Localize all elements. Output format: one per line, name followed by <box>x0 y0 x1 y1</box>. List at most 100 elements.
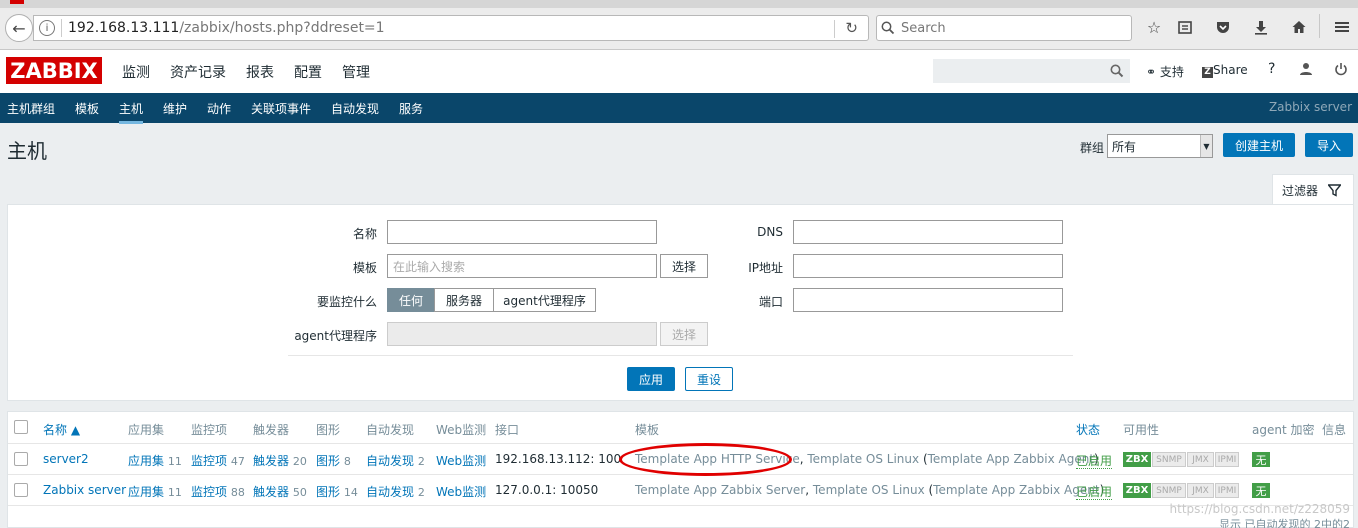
menu-configuration[interactable]: 配置 <box>294 62 322 82</box>
monitored-any-option[interactable]: 任何 <box>387 288 435 312</box>
template-link[interactable]: Template App Zabbix Agent <box>933 483 1099 497</box>
availability-badges: ZBX SNMP JMX IPMI <box>1123 452 1239 467</box>
menu-monitoring[interactable]: 监测 <box>122 62 150 82</box>
submenu-actions[interactable]: 动作 <box>207 100 231 117</box>
filter-tab[interactable]: 过滤器 <box>1272 174 1354 205</box>
template-link[interactable]: Template App Zabbix Agent <box>928 452 1094 466</box>
discovery-link[interactable]: 自动发现 2 <box>366 452 425 469</box>
host-name-link[interactable]: Zabbix server <box>43 483 126 497</box>
template-input[interactable]: 在此输入搜索 <box>387 254 657 278</box>
col-triggers-header: 触发器 <box>253 423 290 437</box>
row-checkbox[interactable] <box>14 483 28 497</box>
star-icon[interactable]: ☆ <box>1143 16 1165 38</box>
submenu-maintenance[interactable]: 维护 <box>163 100 187 117</box>
global-search-input[interactable] <box>933 59 1130 83</box>
row-checkbox[interactable] <box>14 452 28 466</box>
search-icon[interactable] <box>1110 64 1124 78</box>
proxy-label: agent代理程序 <box>294 329 377 343</box>
graphs-link[interactable]: 图形 8 <box>316 452 351 469</box>
port-input[interactable] <box>793 288 1063 312</box>
group-select[interactable]: 所有 ▼ <box>1107 134 1213 158</box>
proxy-select-button[interactable]: 选择 <box>660 322 708 346</box>
share-label: Share <box>1213 63 1248 77</box>
applications-count: 11 <box>167 455 182 468</box>
status-link[interactable]: 已启用 <box>1076 452 1113 469</box>
zbx-badge: ZBX <box>1123 452 1151 467</box>
web-link[interactable]: Web监测 <box>436 452 486 469</box>
dns-label: DNS <box>757 225 783 239</box>
url-host: 192.168.13.111 <box>68 20 180 36</box>
download-icon[interactable] <box>1250 16 1272 38</box>
interface-value: 192.168.13.112: 10050 <box>495 452 621 466</box>
browser-tabstrip <box>0 0 1358 8</box>
col-discovery-header: 自动发现 <box>366 423 415 437</box>
share-link[interactable]: Z Share <box>1202 63 1248 78</box>
status-link[interactable]: 已启用 <box>1076 483 1113 500</box>
discovery-count: 2 <box>417 455 425 468</box>
back-arrow-icon[interactable]: ← <box>5 14 33 42</box>
menu-inventory[interactable]: 资产记录 <box>170 62 226 82</box>
col-templates-header: 模板 <box>635 423 660 437</box>
user-profile-icon[interactable] <box>1299 62 1313 79</box>
menu-administration[interactable]: 管理 <box>342 62 370 82</box>
reading-list-icon[interactable] <box>1174 16 1196 38</box>
menu-reports[interactable]: 报表 <box>246 62 274 82</box>
help-icon[interactable]: ? <box>1268 61 1275 77</box>
home-icon[interactable] <box>1288 16 1310 38</box>
applications-link[interactable]: 应用集 11 <box>128 452 182 469</box>
template-link[interactable]: Template OS Linux <box>813 483 925 497</box>
apply-button[interactable]: 应用 <box>627 367 675 391</box>
host-name: server2 <box>43 452 89 466</box>
select-all-checkbox[interactable] <box>14 420 28 434</box>
template-select-button[interactable]: 选择 <box>660 254 708 278</box>
discovery-link[interactable]: 自动发现 2 <box>366 483 425 500</box>
submenu-services[interactable]: 服务 <box>399 100 423 117</box>
reload-icon[interactable]: ↻ <box>845 19 858 37</box>
submenu-event-correlation[interactable]: 关联项事件 <box>251 100 311 117</box>
monitored-proxy-option[interactable]: agent代理程序 <box>493 288 596 312</box>
sign-out-icon[interactable] <box>1334 62 1348 79</box>
submenu-host-groups[interactable]: 主机群组 <box>7 100 55 117</box>
items-link[interactable]: 监控项 88 <box>191 483 245 500</box>
graphs-label: 图形 <box>316 485 341 499</box>
headset-icon: ⚭ <box>1146 65 1157 79</box>
dns-input[interactable] <box>793 220 1063 244</box>
address-bar[interactable]: i 192.168.13.111/zabbix/hosts.php?ddrese… <box>33 15 869 41</box>
url-text: 192.168.13.111/zabbix/hosts.php?ddreset=… <box>68 20 385 36</box>
create-host-button[interactable]: 创建主机 <box>1223 133 1295 157</box>
host-name-link[interactable]: server2 <box>43 452 89 466</box>
submenu-templates[interactable]: 模板 <box>75 100 99 117</box>
web-link[interactable]: Web监测 <box>436 483 486 500</box>
triggers-link[interactable]: 触发器 50 <box>253 483 307 500</box>
table-footer-count: 显示 已自动发现的 2中的2 <box>1219 518 1350 528</box>
name-input[interactable] <box>387 220 657 244</box>
zabbix-logo[interactable]: ZABBIX <box>6 57 102 84</box>
col-graphs-header: 图形 <box>316 423 341 437</box>
col-status-header[interactable]: 状态 <box>1076 421 1100 438</box>
submenu-hosts[interactable]: 主机 <box>119 100 144 124</box>
triggers-link[interactable]: 触发器 20 <box>253 452 307 469</box>
template-placeholder: 在此输入搜索 <box>393 259 466 274</box>
graphs-link[interactable]: 图形 14 <box>316 483 358 500</box>
browser-search-input[interactable]: Search <box>876 15 1132 41</box>
applications-label: 应用集 <box>128 485 165 499</box>
reload-separator <box>834 20 835 38</box>
ip-input[interactable] <box>793 254 1063 278</box>
info-icon[interactable]: i <box>39 20 55 36</box>
template-link[interactable]: Template OS Linux <box>807 452 919 466</box>
proxy-input[interactable] <box>387 322 657 346</box>
pocket-icon[interactable] <box>1212 16 1234 38</box>
template-link[interactable]: Template App Zabbix Server <box>635 483 805 497</box>
hamburger-menu-icon[interactable] <box>1331 16 1353 38</box>
submenu-discovery[interactable]: 自动发现 <box>331 100 379 117</box>
monitored-server-option[interactable]: 服务器 <box>434 288 494 312</box>
reset-button[interactable]: 重设 <box>685 367 733 391</box>
tab-indicator[interactable] <box>10 0 24 4</box>
items-link[interactable]: 监控项 47 <box>191 452 245 469</box>
server-name: Zabbix server <box>1268 100 1352 114</box>
col-name-header[interactable]: 名称 ▲ <box>43 421 80 438</box>
page-title: 主机 <box>7 139 47 163</box>
applications-link[interactable]: 应用集 11 <box>128 483 182 500</box>
import-button[interactable]: 导入 <box>1305 133 1353 157</box>
support-link[interactable]: ⚭ 支持 <box>1146 63 1184 80</box>
